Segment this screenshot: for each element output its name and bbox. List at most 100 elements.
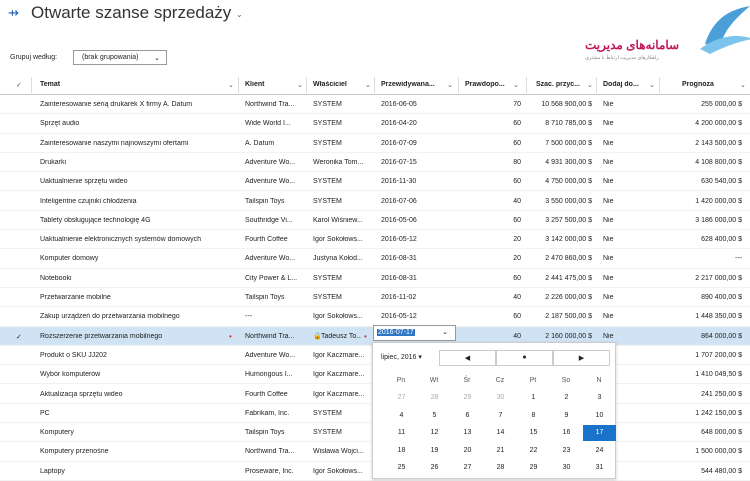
calendar-day[interactable]: 30 bbox=[484, 390, 517, 406]
calendar-day[interactable]: 31 bbox=[583, 460, 616, 476]
calendar-day[interactable]: 9 bbox=[550, 408, 583, 424]
group-by-select[interactable]: (brak grupowania) ⌄ bbox=[73, 50, 167, 65]
chevron-down-icon[interactable]: ⌄ bbox=[297, 81, 303, 89]
calendar-day[interactable]: 14 bbox=[484, 425, 517, 441]
cell-szac-przychod: 4 931 300,00 $ bbox=[545, 158, 592, 166]
row-check-icon[interactable]: ✓ bbox=[16, 333, 22, 341]
calendar-day[interactable]: 6 bbox=[451, 408, 484, 424]
table-row[interactable]: Zainteresowanie naszymi najnowszymi ofer… bbox=[0, 134, 750, 153]
cell-szac-przychod: 3 257 500,00 $ bbox=[545, 216, 592, 224]
table-row[interactable]: Notebooki City Power & L... SYSTEM 2016-08-… bbox=[0, 269, 750, 288]
calendar-day[interactable]: 28 bbox=[484, 460, 517, 476]
calendar-day[interactable]: 18 bbox=[385, 443, 418, 459]
calendar-day[interactable]: 29 bbox=[517, 460, 550, 476]
chevron-down-icon[interactable]: ⌄ bbox=[447, 81, 453, 89]
chevron-down-icon[interactable]: ⌄ bbox=[228, 81, 234, 89]
group-by: Grupuj według: (brak grupowania) ⌄ bbox=[10, 50, 170, 66]
calendar-day[interactable]: 25 bbox=[385, 460, 418, 476]
date-input[interactable]: 2016-07-17 ⌄ bbox=[373, 325, 456, 341]
chevron-down-icon[interactable]: ⌄ bbox=[236, 10, 243, 19]
pin-icon[interactable]: ⇸ bbox=[8, 6, 19, 19]
calendar-next-button[interactable]: ▶ bbox=[553, 350, 610, 366]
calendar-day[interactable]: 8 bbox=[517, 408, 550, 424]
calendar-day[interactable]: 15 bbox=[517, 425, 550, 441]
cell-prognoza: 544 480,00 $ bbox=[701, 467, 742, 475]
column-header-prognoza[interactable]: Prognoza bbox=[682, 81, 722, 88]
chevron-down-icon[interactable]: ⌄ bbox=[740, 81, 746, 89]
cell-wlasciciel: Karol Wiśniew... bbox=[313, 216, 363, 224]
cell-wlasciciel: Tadeusz To... bbox=[321, 332, 361, 340]
cell-wlasciciel: SYSTEM bbox=[313, 178, 342, 186]
cell-temat: Sprzęt audio bbox=[40, 120, 80, 128]
calendar-day[interactable]: 13 bbox=[451, 425, 484, 441]
chevron-down-icon[interactable]: ⌄ bbox=[587, 81, 593, 89]
calendar-day[interactable]: 1 bbox=[517, 390, 550, 406]
calendar-day[interactable]: 27 bbox=[451, 460, 484, 476]
calendar-month-select[interactable]: lipiec, 2016 ▾ bbox=[381, 353, 422, 361]
column-header-dodaj-do[interactable]: Dodaj do... bbox=[603, 81, 647, 88]
column-divider bbox=[306, 77, 307, 93]
calendar-prev-button[interactable]: ◀ bbox=[439, 350, 496, 366]
cell-dodaj-do: Nie bbox=[603, 274, 614, 282]
chevron-down-icon[interactable]: ⌄ bbox=[365, 81, 371, 89]
cell-temat: Zainteresowanie serią drukarek X firmy A… bbox=[40, 101, 193, 108]
calendar-weekday: So bbox=[561, 377, 571, 384]
calendar-day[interactable]: 20 bbox=[451, 443, 484, 459]
table-row[interactable]: Zainteresowanie serią drukarek X firmy A… bbox=[0, 95, 750, 115]
cell-klient: Tailspin Toys bbox=[245, 429, 285, 437]
calendar-day[interactable]: 5 bbox=[418, 408, 451, 424]
column-header-wlasciciel[interactable]: Właściciel bbox=[313, 81, 365, 88]
calendar-day[interactable]: 21 bbox=[484, 443, 517, 459]
calendar-day[interactable]: 16 bbox=[550, 425, 583, 441]
calendar-weekday: N bbox=[596, 377, 602, 384]
calendar-day[interactable]: 22 bbox=[517, 443, 550, 459]
calendar-day-selected[interactable]: 17 bbox=[583, 425, 616, 441]
calendar-day[interactable]: 23 bbox=[550, 443, 583, 459]
cell-wlasciciel: SYSTEM bbox=[313, 429, 342, 437]
calendar-day[interactable]: 28 bbox=[418, 390, 451, 406]
calendar-day[interactable]: 30 bbox=[550, 460, 583, 476]
calendar-day[interactable]: 2 bbox=[550, 390, 583, 406]
cell-szac-przychod: 2 187 500,00 $ bbox=[545, 313, 592, 321]
calendar-day[interactable]: 10 bbox=[583, 408, 616, 424]
cell-prawdopodobienstwo: 20 bbox=[513, 255, 521, 263]
column-header-prawdopodobienstwo[interactable]: Prawdopo... bbox=[465, 81, 511, 88]
table-row[interactable]: Przetwarzanie mobilne Tailspin Toys SYSTEM… bbox=[0, 288, 750, 308]
chevron-down-icon[interactable]: ⌄ bbox=[649, 81, 655, 89]
table-row[interactable]: Komputer domowy Adventure Wo... Justyna Ko… bbox=[0, 249, 750, 269]
calendar-day[interactable]: 7 bbox=[484, 408, 517, 424]
cell-dodaj-do: Nie bbox=[603, 158, 614, 166]
calendar-day[interactable]: 26 bbox=[418, 460, 451, 476]
calendar-day[interactable]: 24 bbox=[583, 443, 616, 459]
cell-prawdopodobienstwo: 60 bbox=[513, 178, 521, 186]
cell-przewidywana: 2016-04-20 bbox=[381, 120, 417, 128]
column-header-temat[interactable]: Temat bbox=[40, 81, 230, 88]
select-all-check-icon[interactable]: ✓ bbox=[16, 81, 22, 89]
calendar-day[interactable]: 19 bbox=[418, 443, 451, 459]
table-row[interactable]: Sprzęt audio Wide World I... SYSTEM 2016-04… bbox=[0, 114, 750, 134]
column-divider bbox=[238, 77, 239, 93]
table-row[interactable]: Drukarki Adventure Wo... Weronika Tom... 20… bbox=[0, 153, 750, 173]
table-row[interactable]: Inteligentne czujniki chłodzenia Tailspin… bbox=[0, 192, 750, 211]
calendar-day[interactable]: 12 bbox=[418, 425, 451, 441]
chevron-down-icon[interactable]: ⌄ bbox=[442, 328, 448, 336]
table-row[interactable]: Tablety obsługujące technologię 4G Southr… bbox=[0, 211, 750, 231]
column-header-szac-przychod[interactable]: Szac. przyc... bbox=[536, 81, 584, 88]
calendar-day[interactable]: 4 bbox=[385, 408, 418, 424]
table-row[interactable]: Uaktualnienie elektronicznych systemów d… bbox=[0, 230, 750, 250]
calendar-day[interactable]: 11 bbox=[385, 425, 418, 441]
column-header-przewidywana[interactable]: Przewidywana... bbox=[381, 81, 445, 88]
cell-szac-przychod: 2 470 860,00 $ bbox=[545, 255, 592, 263]
logo-text: سامانه‌های مدیریت bbox=[585, 38, 680, 52]
calendar-today-button[interactable]: ● bbox=[496, 350, 553, 366]
cell-temat: Komputery przenośne bbox=[40, 448, 109, 456]
cell-klient: Fabrikam, Inc. bbox=[245, 409, 290, 417]
cell-temat: Rozszerzenie przetwarzania mobilnego bbox=[40, 332, 163, 340]
table-row[interactable]: Uaktualnienie sprzętu wideo Adventure Wo.… bbox=[0, 172, 750, 192]
calendar-day[interactable]: 29 bbox=[451, 390, 484, 406]
calendar-day[interactable]: 27 bbox=[385, 390, 418, 406]
calendar-day[interactable]: 3 bbox=[583, 390, 616, 406]
column-header-klient[interactable]: Klient bbox=[245, 81, 295, 88]
chevron-down-icon[interactable]: ⌄ bbox=[513, 81, 519, 89]
table-row[interactable]: Zakup urządzeń do przetwarzania mobilneg… bbox=[0, 307, 750, 327]
